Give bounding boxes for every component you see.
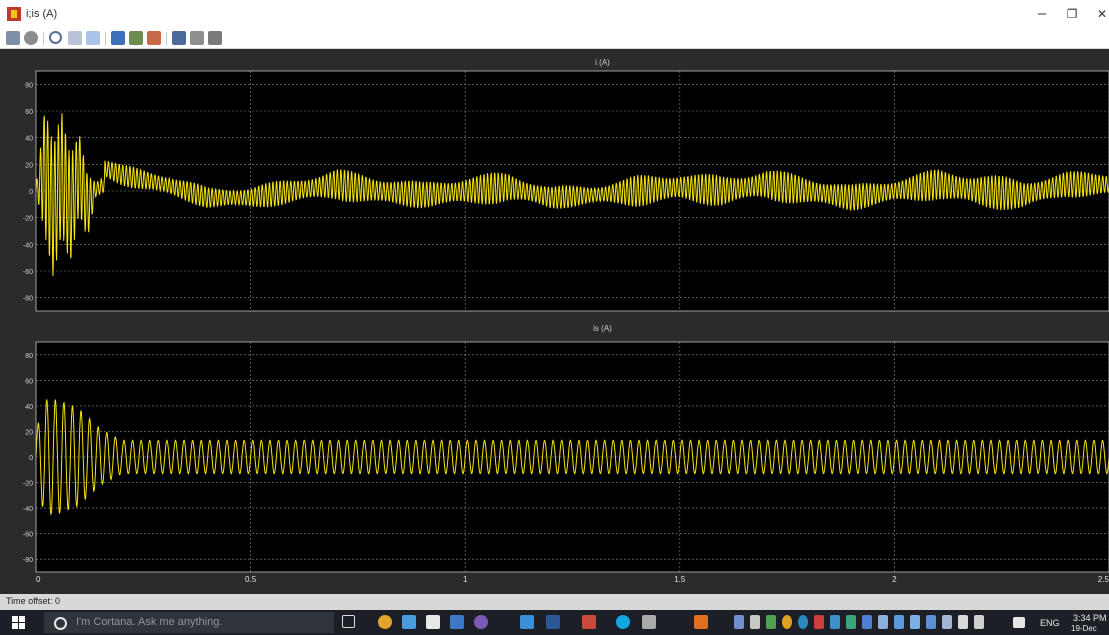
autoscale-icon[interactable]: [111, 31, 125, 45]
y-tick-label: 80: [25, 82, 33, 89]
toolbar-separator: [166, 32, 167, 45]
print-icon[interactable]: [6, 31, 20, 45]
task-view-icon[interactable]: [342, 615, 355, 628]
tray-icon[interactable]: [878, 615, 888, 629]
y-tick-label: -40: [23, 242, 33, 249]
tray-icon[interactable]: [910, 615, 920, 629]
clock-time[interactable]: 3:34 PM: [1073, 613, 1107, 623]
windows-start-icon[interactable]: [12, 616, 25, 629]
window-title: i;is (A): [26, 8, 58, 20]
cortana-icon: [54, 617, 67, 630]
tray-icon[interactable]: [750, 615, 760, 629]
skype-icon[interactable]: [616, 615, 630, 629]
volume-icon[interactable]: [958, 615, 968, 629]
y-tick-label: 20: [25, 429, 33, 436]
windows-taskbar: I'm Cortana. Ask me anything. ENG 3:34 P…: [0, 610, 1109, 635]
y-tick-label: -20: [23, 481, 33, 488]
plot-title: is (A): [593, 324, 612, 333]
status-bar: Time offset: 0: [0, 594, 1109, 610]
y-tick-label: 20: [25, 162, 33, 169]
y-tick-label: 60: [25, 378, 33, 385]
y-tick-label: 80: [25, 353, 33, 360]
plot-panel-i: i (A) 80 60 40 20 0 -20 -40 -60 -80: [23, 58, 1109, 312]
y-tick-label: 60: [25, 109, 33, 116]
cortana-search-box[interactable]: I'm Cortana. Ask me anything.: [44, 612, 334, 633]
y-tick-label: 0: [29, 189, 33, 196]
time-offset-label: Time offset: 0: [6, 596, 61, 606]
tray-icon[interactable]: [734, 615, 744, 629]
x-tick-label: 1: [463, 575, 468, 584]
viber-icon[interactable]: [474, 615, 488, 629]
plot-title: i (A): [595, 58, 610, 67]
network-icon[interactable]: [974, 615, 984, 629]
clock-date[interactable]: 19-Dec: [1071, 624, 1097, 633]
tray-icon[interactable]: [798, 615, 808, 629]
scope-plots-svg: i (A)806040200-20-40-60-80 is (A)8060402…: [23, 58, 1109, 584]
toolbar-separator: [105, 32, 106, 45]
minimize-button[interactable]: –: [1030, 4, 1054, 24]
matlab-icon[interactable]: [694, 615, 708, 629]
zoom-icon[interactable]: [49, 31, 62, 44]
restore-button[interactable]: ❐: [1060, 4, 1084, 24]
tray-icon[interactable]: [862, 615, 872, 629]
zoom-y-icon[interactable]: [86, 31, 100, 45]
scope-figure: i (A) 80 60 40 20 0 -20 -40 -60 -80 is (A) 80 60 40 2…: [0, 49, 1109, 594]
file-explorer-icon[interactable]: [402, 615, 416, 629]
parameters-icon[interactable]: [24, 31, 38, 45]
y-tick-label: -80: [23, 296, 33, 303]
tray-icon[interactable]: [894, 615, 904, 629]
language-indicator[interactable]: ENG: [1040, 618, 1060, 628]
floating-scope-icon[interactable]: [172, 31, 186, 45]
tray-icon[interactable]: [814, 615, 824, 629]
paint-icon[interactable]: [642, 615, 656, 629]
close-button[interactable]: ✕: [1090, 4, 1109, 24]
x-tick-label: 2.5: [1098, 575, 1109, 584]
tray-icon[interactable]: [846, 615, 856, 629]
tray-icon[interactable]: [766, 615, 776, 629]
edge-icon[interactable]: [520, 615, 534, 629]
plot-panel-is: is (A) 80 60 40 20 0 -20 -40 -60 -80 0 0.5 1 1.5 2 2.5: [23, 324, 1109, 584]
signal-selection-icon[interactable]: [208, 31, 222, 45]
restore-axes-icon[interactable]: [147, 31, 161, 45]
x-tick-label: 2: [892, 575, 897, 584]
x-tick-label: 0.5: [245, 575, 257, 584]
action-center-icon[interactable]: [1013, 617, 1025, 628]
store-icon[interactable]: [426, 615, 440, 629]
y-tick-label: -60: [23, 532, 33, 539]
y-tick-label: 0: [29, 455, 33, 462]
tray-icon[interactable]: [782, 615, 792, 629]
zoom-x-icon[interactable]: [68, 31, 82, 45]
y-tick-label: 40: [25, 136, 33, 143]
tray-icon[interactable]: [942, 615, 952, 629]
y-tick-label: -40: [23, 506, 33, 513]
scope-toolbar: [0, 30, 1109, 49]
x-tick-label: 1.5: [674, 575, 686, 584]
powerpoint-icon[interactable]: [582, 615, 596, 629]
photos-icon[interactable]: [450, 615, 464, 629]
word-icon[interactable]: [546, 615, 560, 629]
x-tick-label: 0: [36, 575, 41, 584]
y-tick-label: -20: [23, 216, 33, 223]
toolbar-separator: [43, 32, 44, 45]
tray-icon[interactable]: [926, 615, 936, 629]
cortana-placeholder: I'm Cortana. Ask me anything.: [76, 616, 223, 628]
y-tick-label: -80: [23, 557, 33, 564]
y-tick-label: -60: [23, 269, 33, 276]
matlab-scope-icon: [7, 7, 21, 21]
chrome-icon[interactable]: [378, 615, 392, 629]
y-tick-label: 40: [25, 404, 33, 411]
save-axes-icon[interactable]: [129, 31, 143, 45]
window-titlebar: i;is (A) – ❐ ✕: [0, 0, 1109, 30]
lock-axes-icon[interactable]: [190, 31, 204, 45]
tray-icon[interactable]: [830, 615, 840, 629]
